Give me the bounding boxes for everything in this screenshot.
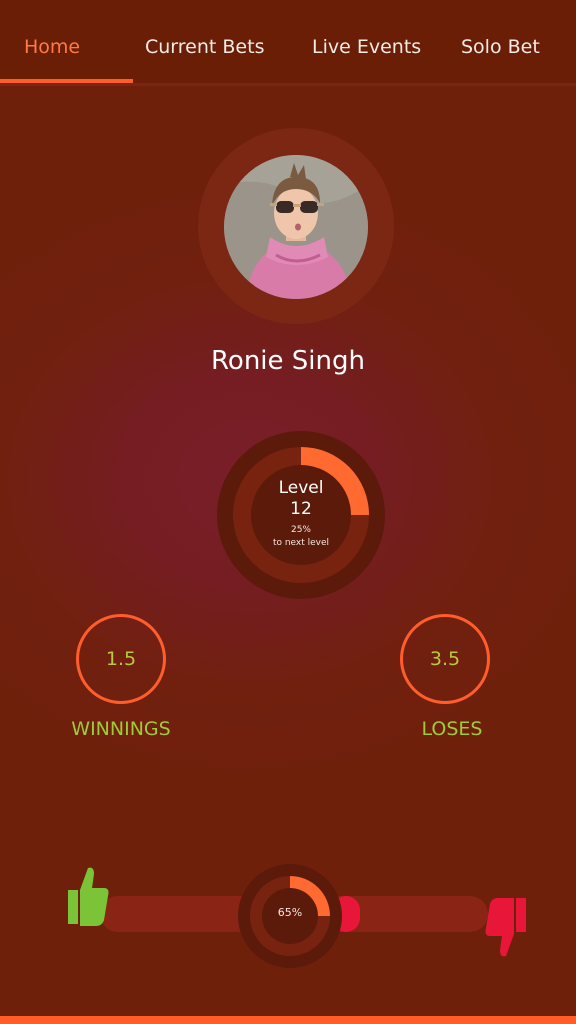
winnings-label: WINNINGS bbox=[71, 718, 171, 740]
tab-home[interactable]: Home bbox=[24, 36, 80, 58]
thumbs-up-icon[interactable] bbox=[62, 864, 110, 928]
level-caption: to next level bbox=[272, 538, 330, 548]
avatar-photo bbox=[224, 155, 368, 299]
nav-divider bbox=[0, 83, 576, 86]
tab-solo-bet[interactable]: Solo Bet bbox=[461, 36, 540, 58]
thumbs-down-icon[interactable] bbox=[482, 896, 528, 960]
winnings-value: 1.5 bbox=[105, 648, 137, 670]
meter-percent-text: 65% bbox=[277, 906, 303, 919]
top-nav: Home Current Bets Live Events Solo Bet bbox=[0, 0, 576, 84]
level-progress-ring: Level 12 25% to next level bbox=[217, 431, 385, 599]
level-number: 12 bbox=[290, 499, 312, 519]
avatar[interactable] bbox=[224, 155, 368, 299]
tab-current-bets[interactable]: Current Bets bbox=[145, 36, 264, 58]
bottom-accent-bar bbox=[0, 1016, 576, 1024]
loses-circle: 3.5 bbox=[400, 614, 490, 704]
winnings-circle: 1.5 bbox=[76, 614, 166, 704]
loses-label: LOSES bbox=[421, 718, 483, 740]
tab-live-events[interactable]: Live Events bbox=[312, 36, 421, 58]
user-name: Ronie Singh bbox=[211, 346, 365, 376]
level-label: Level bbox=[278, 478, 324, 498]
level-progress-text: 25% bbox=[290, 525, 311, 535]
loses-value: 3.5 bbox=[429, 648, 461, 670]
